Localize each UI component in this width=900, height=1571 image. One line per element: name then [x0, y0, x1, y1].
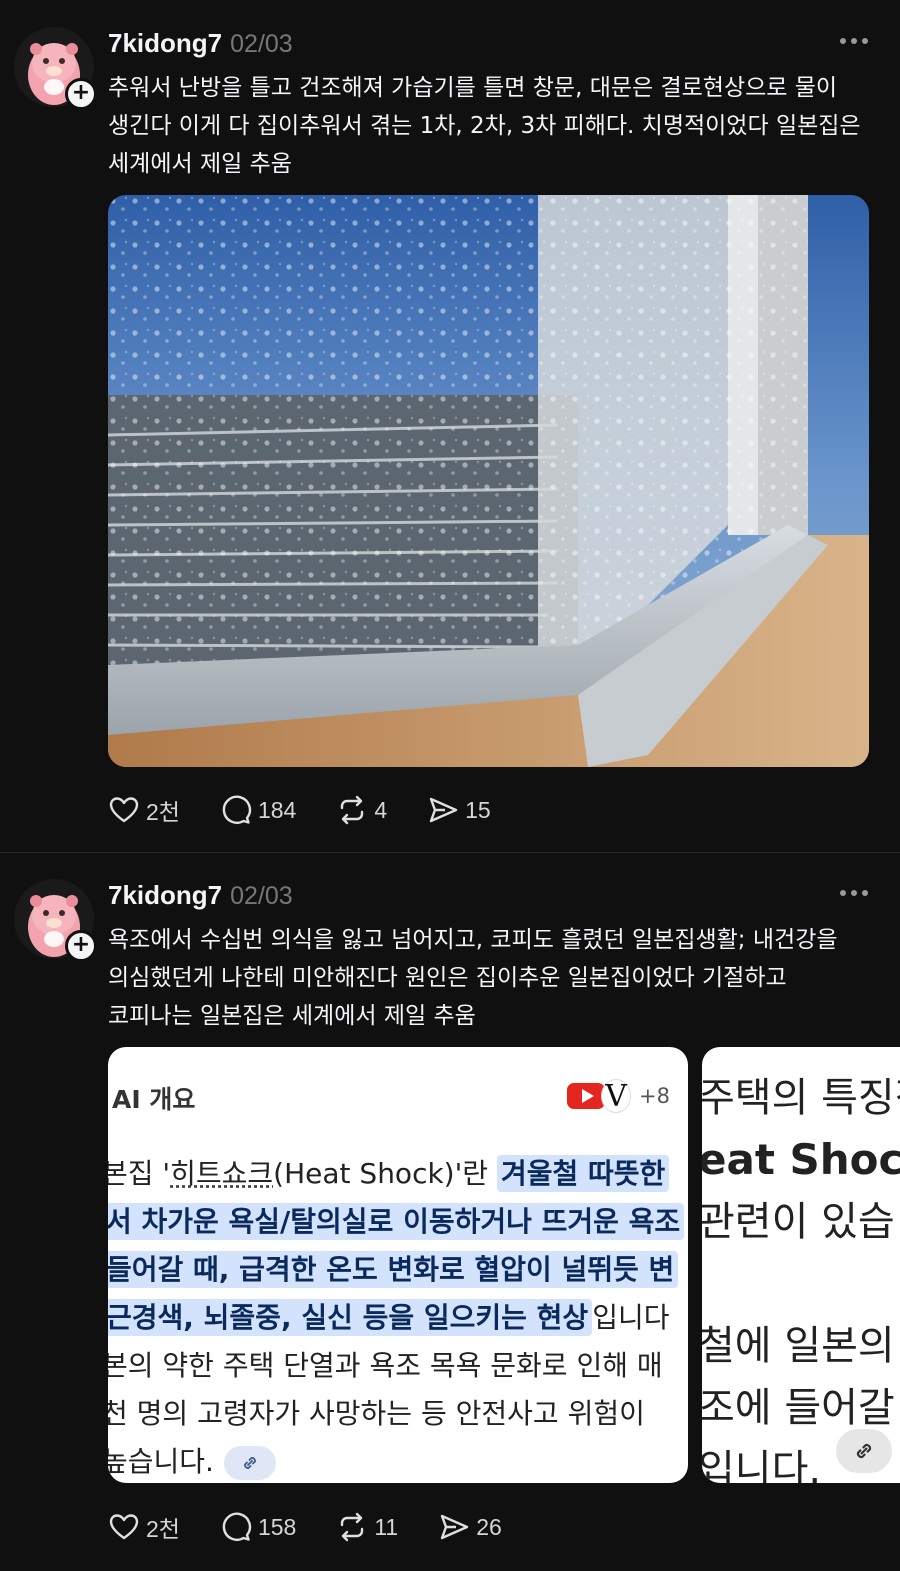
heart-icon: [109, 797, 139, 823]
heart-icon: [109, 1514, 139, 1540]
share-count: 15: [465, 796, 491, 823]
repost-icon: [341, 1512, 364, 1542]
like-count: 2천: [146, 799, 180, 825]
comment-count: 184: [257, 796, 297, 823]
link-icon: [244, 1457, 256, 1469]
more-sources-count: +8: [639, 1084, 670, 1108]
follow-button[interactable]: +: [65, 78, 97, 110]
username[interactable]: 7kidong7: [108, 28, 222, 59]
attached-image-ai-overview[interactable]: AI 개요 V +8 본집 '히트쇼크(Heat Shock)'란 겨울철 따뜻…: [108, 1047, 688, 1483]
share-button[interactable]: 26: [438, 1511, 502, 1543]
comment-icon: [222, 795, 252, 824]
repost-count: 11: [374, 1513, 399, 1540]
source-icons: V +8: [567, 1079, 670, 1114]
follow-button[interactable]: +: [65, 930, 97, 962]
post-header: 7kidong7 02/03: [108, 28, 293, 59]
repost-icon: [341, 795, 364, 825]
zoomed-text: 주택의 특징적 eat Shock 관련이 있습 철에 일본의 조에 들어갈 입…: [702, 1075, 900, 1483]
comment-button[interactable]: 184: [220, 794, 296, 826]
post-actions: 2천 158 11 26: [108, 1510, 542, 1544]
attached-image-zoomed[interactable]: 주택의 특징적 eat Shock 관련이 있습 철에 일본의 조에 들어갈 입…: [702, 1047, 900, 1483]
post-photo[interactable]: [108, 195, 869, 767]
post-actions: 2천 184 4 15: [108, 793, 531, 827]
repost-count: 4: [374, 796, 388, 823]
ai-overview-heading: AI 개요: [112, 1085, 196, 1114]
comment-count: 158: [257, 1513, 297, 1540]
share-count: 26: [476, 1513, 502, 1540]
repost-button[interactable]: 11: [336, 1511, 398, 1543]
like-button[interactable]: 2천: [108, 793, 180, 827]
comment-button[interactable]: 158: [220, 1511, 296, 1543]
send-icon: [429, 797, 458, 823]
youtube-icon: [567, 1083, 606, 1109]
post-date: 02/03: [230, 882, 293, 910]
share-button[interactable]: 15: [427, 794, 491, 826]
post: + 7kidong7 02/03 추워서 난방을 틀고 건조해져 가습기를 틀면…: [0, 0, 900, 852]
plus-icon: +: [71, 80, 91, 105]
post-date: 02/03: [230, 30, 293, 58]
link-icon: [856, 1443, 872, 1459]
send-icon: [441, 1514, 469, 1540]
plus-icon: +: [71, 932, 91, 957]
ai-overview-text: 본집 '히트쇼크(Heat Shock)'란 겨울철 따뜻한 서 차가운 욕실/…: [108, 1150, 688, 1483]
like-count: 2천: [146, 1516, 180, 1542]
comment-icon: [222, 1512, 252, 1541]
username[interactable]: 7kidong7: [108, 880, 222, 911]
link-chip: [836, 1429, 892, 1473]
post-header: 7kidong7 02/03: [108, 880, 293, 911]
more-options-icon[interactable]: [840, 34, 874, 48]
v-logo-icon: V: [601, 1079, 632, 1114]
post-caption: 추워서 난방을 틀고 건조해져 가습기를 틀면 창문, 대문은 결로현상으로 물…: [108, 75, 861, 177]
repost-button[interactable]: 4: [336, 794, 387, 826]
link-chip: [223, 1446, 276, 1480]
post-caption: 욕조에서 수십번 의식을 잃고 넘어지고, 코피도 흘렸던 일본집생활; 내건강…: [108, 927, 838, 1029]
like-button[interactable]: 2천: [108, 1510, 180, 1544]
more-options-icon[interactable]: [840, 886, 874, 900]
